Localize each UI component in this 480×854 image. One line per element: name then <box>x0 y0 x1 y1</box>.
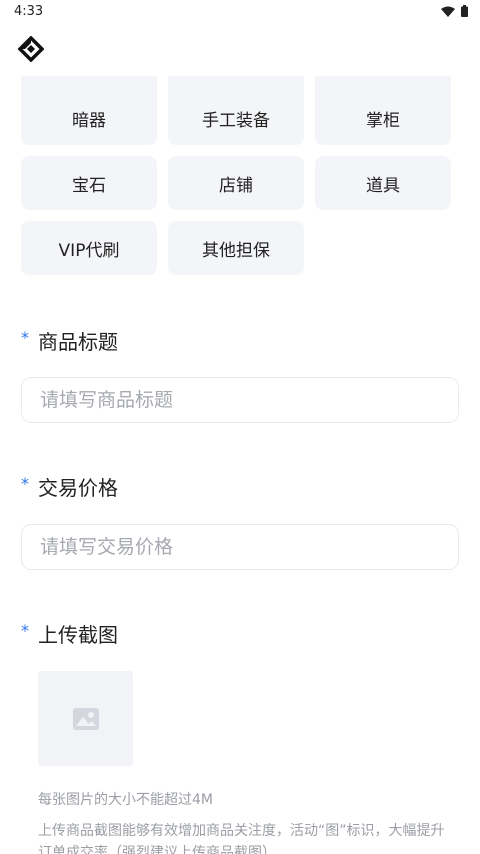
image-upload-button[interactable] <box>38 671 133 766</box>
diamond-logo-icon[interactable] <box>18 36 44 62</box>
required-mark: * <box>21 328 29 347</box>
app-header <box>0 24 480 76</box>
category-chip[interactable]: 手工装备 <box>168 91 304 145</box>
category-chip[interactable]: 宝石 <box>21 156 157 210</box>
upload-tip: 上传商品截图能够有效增加商品关注度，活动“图”标识，大幅提升订单成交率（强烈建议… <box>38 823 445 854</box>
screenshot-field-label: * 上传截图 <box>21 619 118 648</box>
price-label-text: 交易价格 <box>38 476 118 500</box>
status-bar: 4:33 <box>0 0 480 24</box>
category-chip[interactable]: 其他担保 <box>168 221 304 275</box>
price-input[interactable] <box>21 524 459 570</box>
battery-icon <box>461 5 468 17</box>
wifi-icon <box>441 6 455 17</box>
image-placeholder-icon <box>72 707 99 730</box>
category-chip[interactable]: 道具 <box>315 156 451 210</box>
title-input[interactable] <box>21 377 459 423</box>
screenshot-label-text: 上传截图 <box>38 623 118 647</box>
price-field-label: * 交易价格 <box>21 472 118 501</box>
category-chip[interactable]: 掌柜 <box>315 91 451 145</box>
status-icons <box>441 5 468 17</box>
category-chip[interactable]: 店铺 <box>168 156 304 210</box>
title-field-label: * 商品标题 <box>21 326 118 355</box>
title-label-text: 商品标题 <box>38 330 118 354</box>
required-mark: * <box>21 474 29 493</box>
required-mark: * <box>21 621 29 640</box>
category-chip[interactable]: 暗器 <box>21 91 157 145</box>
size-hint: 每张图片的大小不能超过4M <box>38 792 213 808</box>
status-time: 4:33 <box>14 4 44 19</box>
form-scroll-area[interactable]: 暗器 手工装备 掌柜 宝石 店铺 道具 VIP代刷 其他担保 * 商品标题 * … <box>0 76 480 854</box>
category-chip[interactable]: VIP代刷 <box>21 221 157 275</box>
